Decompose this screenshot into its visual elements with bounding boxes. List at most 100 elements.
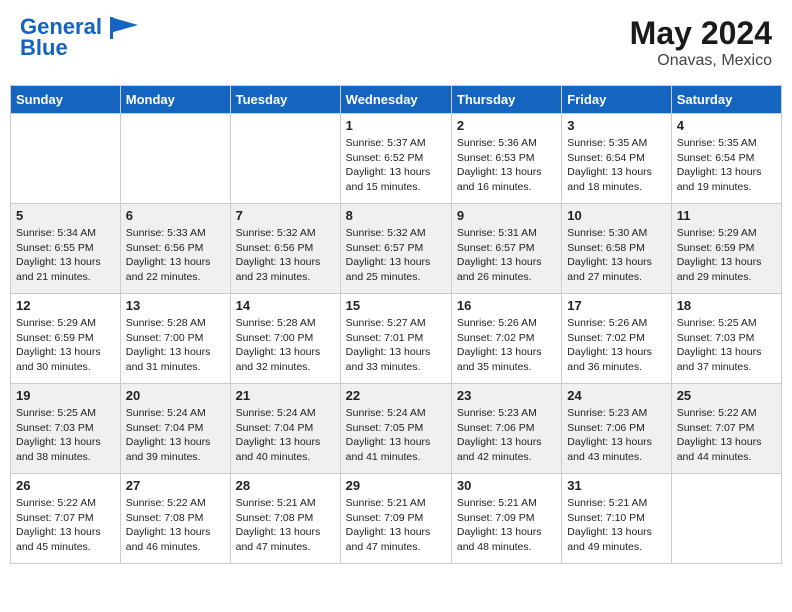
day-info: Sunrise: 5:35 AM Sunset: 6:54 PM Dayligh… — [677, 136, 776, 195]
calendar-cell: 15 Sunrise: 5:27 AM Sunset: 7:01 PM Dayli… — [340, 294, 451, 384]
calendar-cell: 1Sunrise: 5:37 AM Sunset: 6:52 PM Daylig… — [340, 114, 451, 204]
day-info: Sunrise: 5:35 AM Sunset: 6:54 PM Dayligh… — [567, 136, 665, 195]
calendar-cell: 20 Sunrise: 5:24 AM Sunset: 7:04 PM Dayli… — [120, 384, 230, 474]
day-number: 22 — [346, 388, 446, 403]
day-number: 14 — [236, 298, 335, 313]
calendar-cell: 28 Sunrise: 5:21 AM Sunset: 7:08 PM Dayli… — [230, 474, 340, 564]
day-number: 23 — [457, 388, 556, 403]
calendar-cell: 16Sunrise: 5:26 AM Sunset: 7:02 PM Dayli… — [451, 294, 561, 384]
day-number: 12 — [16, 298, 115, 313]
day-number: 20 — [126, 388, 225, 403]
calendar-cell — [120, 114, 230, 204]
page-header: General Blue May 2024 Onavas, Mexico — [10, 10, 782, 75]
calendar-cell — [230, 114, 340, 204]
day-info: Sunrise: 5:24 AM Sunset: 7:05 PM Dayligh… — [346, 406, 446, 465]
day-number: 8 — [346, 208, 446, 223]
day-number: 30 — [457, 478, 556, 493]
day-number: 27 — [126, 478, 225, 493]
day-info: Sunrise: 5:24 AM Sunset: 7:04 PM Dayligh… — [126, 406, 225, 465]
day-number: 2 — [457, 118, 556, 133]
calendar-cell: 29Sunrise: 5:21 AM Sunset: 7:09 PM Dayli… — [340, 474, 451, 564]
day-number: 21 — [236, 388, 335, 403]
day-info: Sunrise: 5:24 AM Sunset: 7:04 PM Dayligh… — [236, 406, 335, 465]
calendar-cell: 12 Sunrise: 5:29 AM Sunset: 6:59 PM Dayli… — [11, 294, 121, 384]
calendar-cell — [671, 474, 781, 564]
calendar-cell: 8Sunrise: 5:32 AM Sunset: 6:57 PM Daylig… — [340, 204, 451, 294]
day-info: Sunrise: 5:21 AM Sunset: 7:09 PM Dayligh… — [457, 496, 556, 555]
calendar-cell: 11 Sunrise: 5:29 AM Sunset: 6:59 PM Dayli… — [671, 204, 781, 294]
day-number: 24 — [567, 388, 665, 403]
day-number: 10 — [567, 208, 665, 223]
calendar-cell: 3 Sunrise: 5:35 AM Sunset: 6:54 PM Daylig… — [562, 114, 671, 204]
day-info: Sunrise: 5:22 AM Sunset: 7:07 PM Dayligh… — [677, 406, 776, 465]
day-info: Sunrise: 5:33 AM Sunset: 6:56 PM Dayligh… — [126, 226, 225, 285]
day-number: 15 — [346, 298, 446, 313]
day-info: Sunrise: 5:29 AM Sunset: 6:59 PM Dayligh… — [677, 226, 776, 285]
day-number: 3 — [567, 118, 665, 133]
day-number: 13 — [126, 298, 225, 313]
day-number: 5 — [16, 208, 115, 223]
day-info: Sunrise: 5:21 AM Sunset: 7:08 PM Dayligh… — [236, 496, 335, 555]
calendar-cell: 23 Sunrise: 5:23 AM Sunset: 7:06 PM Dayli… — [451, 384, 561, 474]
day-number: 6 — [126, 208, 225, 223]
day-info: Sunrise: 5:25 AM Sunset: 7:03 PM Dayligh… — [677, 316, 776, 375]
calendar-cell: 17 Sunrise: 5:26 AM Sunset: 7:02 PM Dayli… — [562, 294, 671, 384]
calendar-cell: 6 Sunrise: 5:33 AM Sunset: 6:56 PM Daylig… — [120, 204, 230, 294]
calendar-cell: 30 Sunrise: 5:21 AM Sunset: 7:09 PM Dayli… — [451, 474, 561, 564]
calendar-cell: 9 Sunrise: 5:31 AM Sunset: 6:57 PM Daylig… — [451, 204, 561, 294]
col-header-saturday: Saturday — [671, 86, 781, 114]
day-info: Sunrise: 5:21 AM Sunset: 7:10 PM Dayligh… — [567, 496, 665, 555]
day-info: Sunrise: 5:29 AM Sunset: 6:59 PM Dayligh… — [16, 316, 115, 375]
calendar-cell: 21 Sunrise: 5:24 AM Sunset: 7:04 PM Dayli… — [230, 384, 340, 474]
calendar-cell: 24 Sunrise: 5:23 AM Sunset: 7:06 PM Dayli… — [562, 384, 671, 474]
day-info: Sunrise: 5:27 AM Sunset: 7:01 PM Dayligh… — [346, 316, 446, 375]
calendar-cell: 27 Sunrise: 5:22 AM Sunset: 7:08 PM Dayli… — [120, 474, 230, 564]
calendar-cell: 31 Sunrise: 5:21 AM Sunset: 7:10 PM Dayli… — [562, 474, 671, 564]
calendar-cell: 26 Sunrise: 5:22 AM Sunset: 7:07 PM Dayli… — [11, 474, 121, 564]
col-header-sunday: Sunday — [11, 86, 121, 114]
calendar-cell: 13 Sunrise: 5:28 AM Sunset: 7:00 PM Dayli… — [120, 294, 230, 384]
calendar-week-row: 19Sunrise: 5:25 AM Sunset: 7:03 PM Dayli… — [11, 384, 782, 474]
day-info: Sunrise: 5:26 AM Sunset: 7:02 PM Dayligh… — [567, 316, 665, 375]
calendar-header-row: SundayMondayTuesdayWednesdayThursdayFrid… — [11, 86, 782, 114]
col-header-wednesday: Wednesday — [340, 86, 451, 114]
day-info: Sunrise: 5:28 AM Sunset: 7:00 PM Dayligh… — [126, 316, 225, 375]
day-number: 4 — [677, 118, 776, 133]
day-number: 7 — [236, 208, 335, 223]
day-info: Sunrise: 5:34 AM Sunset: 6:55 PM Dayligh… — [16, 226, 115, 285]
day-info: Sunrise: 5:21 AM Sunset: 7:09 PM Dayligh… — [346, 496, 446, 555]
logo-flag-icon — [110, 17, 138, 39]
day-info: Sunrise: 5:31 AM Sunset: 6:57 PM Dayligh… — [457, 226, 556, 285]
calendar-cell: 25 Sunrise: 5:22 AM Sunset: 7:07 PM Dayli… — [671, 384, 781, 474]
day-number: 25 — [677, 388, 776, 403]
day-number: 16 — [457, 298, 556, 313]
day-number: 28 — [236, 478, 335, 493]
day-info: Sunrise: 5:22 AM Sunset: 7:07 PM Dayligh… — [16, 496, 115, 555]
day-number: 9 — [457, 208, 556, 223]
month-year: May 2024 — [630, 15, 772, 52]
calendar-cell: 19Sunrise: 5:25 AM Sunset: 7:03 PM Dayli… — [11, 384, 121, 474]
day-info: Sunrise: 5:23 AM Sunset: 7:06 PM Dayligh… — [567, 406, 665, 465]
day-info: Sunrise: 5:23 AM Sunset: 7:06 PM Dayligh… — [457, 406, 556, 465]
day-number: 26 — [16, 478, 115, 493]
location: Onavas, Mexico — [630, 52, 772, 70]
calendar-cell: 10 Sunrise: 5:30 AM Sunset: 6:58 PM Dayli… — [562, 204, 671, 294]
calendar-table: SundayMondayTuesdayWednesdayThursdayFrid… — [10, 85, 782, 564]
day-number: 31 — [567, 478, 665, 493]
col-header-monday: Monday — [120, 86, 230, 114]
day-number: 17 — [567, 298, 665, 313]
calendar-cell: 14Sunrise: 5:28 AM Sunset: 7:00 PM Dayli… — [230, 294, 340, 384]
calendar-cell: 5 Sunrise: 5:34 AM Sunset: 6:55 PM Daylig… — [11, 204, 121, 294]
day-number: 11 — [677, 208, 776, 223]
day-number: 18 — [677, 298, 776, 313]
calendar-cell: 22 Sunrise: 5:24 AM Sunset: 7:05 PM Dayli… — [340, 384, 451, 474]
title-block: May 2024 Onavas, Mexico — [630, 15, 772, 70]
calendar-cell: 18 Sunrise: 5:25 AM Sunset: 7:03 PM Dayli… — [671, 294, 781, 384]
day-info: Sunrise: 5:30 AM Sunset: 6:58 PM Dayligh… — [567, 226, 665, 285]
calendar-cell: 2Sunrise: 5:36 AM Sunset: 6:53 PM Daylig… — [451, 114, 561, 204]
logo: General Blue — [20, 15, 138, 61]
day-info: Sunrise: 5:22 AM Sunset: 7:08 PM Dayligh… — [126, 496, 225, 555]
calendar-week-row: 26 Sunrise: 5:22 AM Sunset: 7:07 PM Dayli… — [11, 474, 782, 564]
day-info: Sunrise: 5:37 AM Sunset: 6:52 PM Dayligh… — [346, 136, 446, 195]
calendar-cell: 7Sunrise: 5:32 AM Sunset: 6:56 PM Daylig… — [230, 204, 340, 294]
